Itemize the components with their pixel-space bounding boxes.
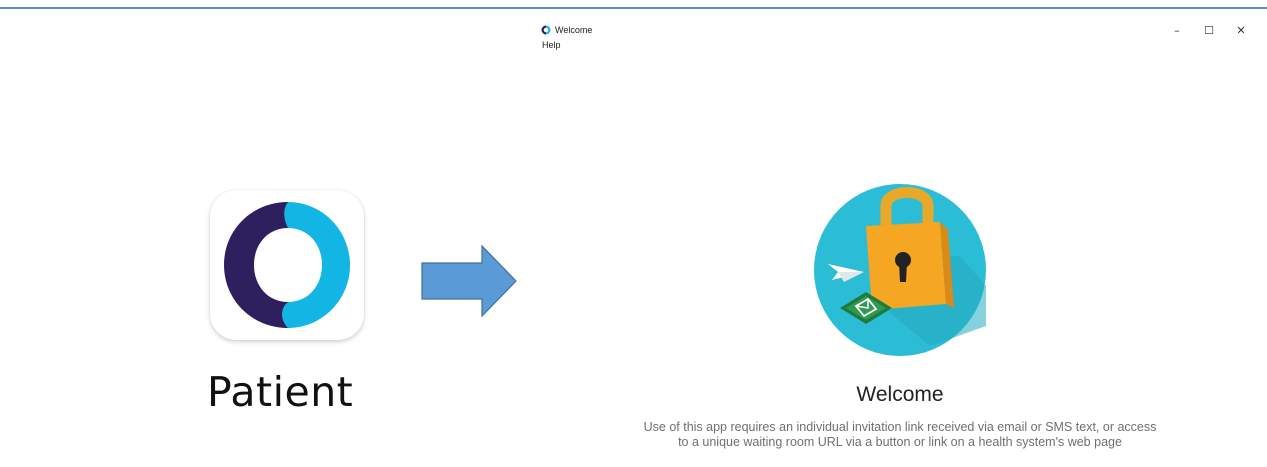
right-arrow-icon	[421, 244, 517, 318]
minimize-button[interactable]: –	[1161, 21, 1193, 39]
window-controls: – ☐ ✕	[1161, 21, 1257, 39]
menu-bar: Help	[542, 40, 561, 50]
app-logo-icon	[541, 25, 551, 35]
menu-help[interactable]: Help	[542, 40, 561, 50]
app-window: Welcome Help – ☐ ✕ Patient Welcome Use o…	[0, 0, 1267, 467]
title-bar: Welcome	[541, 22, 592, 38]
welcome-heading: Welcome	[856, 383, 944, 406]
padlock-icon	[814, 184, 986, 356]
patient-app-icon	[210, 190, 364, 340]
window-title: Welcome	[555, 25, 593, 35]
welcome-description: Use of this app requires an individual i…	[643, 420, 1157, 449]
maximize-button[interactable]: ☐	[1193, 21, 1225, 39]
patient-label: Patient	[207, 368, 354, 416]
close-button[interactable]: ✕	[1225, 21, 1257, 39]
window-top-border	[0, 7, 1267, 9]
patient-logo-icon	[224, 202, 350, 328]
